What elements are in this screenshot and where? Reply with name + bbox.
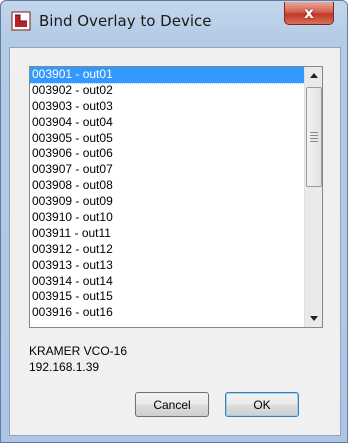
list-item[interactable]: 003916 - out16 (30, 305, 304, 321)
arrow-down-icon (309, 316, 318, 321)
list-item[interactable]: 003905 - out05 (30, 131, 304, 147)
overlay-app-icon (11, 11, 31, 31)
list-item[interactable]: 003910 - out10 (30, 210, 304, 226)
scroll-up-button[interactable] (305, 67, 322, 84)
list-item[interactable]: 003913 - out13 (30, 258, 304, 274)
ok-button[interactable]: OK (225, 392, 299, 417)
list-item[interactable]: 003911 - out11 (30, 226, 304, 242)
list-item[interactable]: 003912 - out12 (30, 242, 304, 258)
list-item[interactable]: 003909 - out09 (30, 194, 304, 210)
dialog-body: 003901 - out01 003902 - out02 003903 - out… (9, 47, 341, 436)
dialog-window: Bind Overlay to Device x 003901 - out01 0… (0, 0, 348, 443)
list-item[interactable]: 003906 - out06 (30, 146, 304, 162)
list-item[interactable]: 003904 - out04 (30, 115, 304, 131)
window-title: Bind Overlay to Device (39, 12, 212, 30)
list-item[interactable]: 003907 - out07 (30, 162, 304, 178)
list-item[interactable]: 003903 - out03 (30, 99, 304, 115)
cancel-button[interactable]: Cancel (135, 392, 209, 417)
close-icon: x (304, 4, 314, 22)
close-button[interactable]: x (284, 2, 334, 25)
list-item[interactable]: 003902 - out02 (30, 83, 304, 99)
title-bar[interactable]: Bind Overlay to Device x (1, 1, 347, 47)
device-output-listbox[interactable]: 003901 - out01 003902 - out02 003903 - out… (29, 66, 323, 328)
device-ip-label: 192.168.1.39 (29, 360, 100, 374)
list-item[interactable]: 003914 - out14 (30, 274, 304, 290)
scroll-grip-icon (310, 132, 318, 144)
scroll-thumb[interactable] (306, 87, 322, 187)
vertical-scrollbar[interactable] (304, 67, 322, 327)
output-list: 003901 - out01 003902 - out02 003903 - out… (30, 67, 305, 321)
list-item[interactable]: 003908 - out08 (30, 178, 304, 194)
arrow-up-icon (309, 73, 318, 78)
list-item[interactable]: 003915 - out15 (30, 289, 304, 305)
scroll-down-button[interactable] (305, 310, 322, 327)
list-item[interactable]: 003901 - out01 (30, 67, 305, 84)
device-name-label: KRAMER VCO-16 (29, 344, 128, 358)
